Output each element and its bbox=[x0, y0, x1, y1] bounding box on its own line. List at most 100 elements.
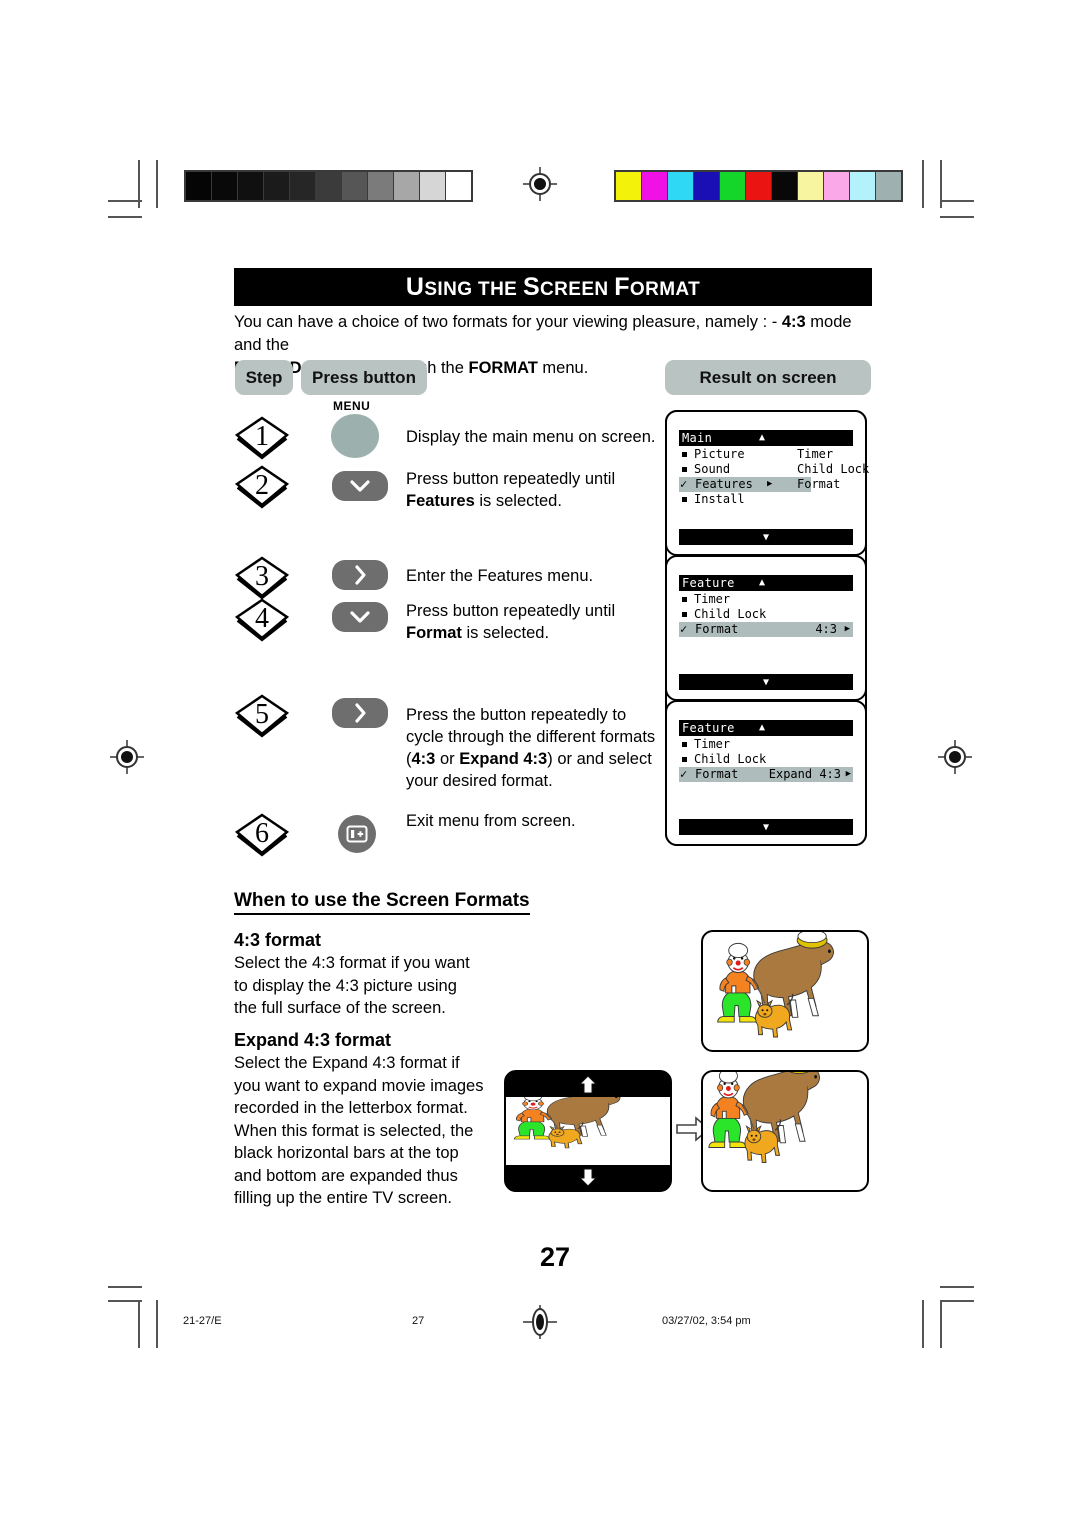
wedge-swatch-5 bbox=[316, 172, 341, 200]
cursor-down-button-step4[interactable] bbox=[332, 602, 388, 632]
wedge-swatch-6 bbox=[772, 172, 797, 200]
crop-mark-br-h bbox=[940, 1300, 974, 1302]
osd-label-child-lock: Child Lock bbox=[694, 607, 767, 621]
scroll-up-icon: ▲ bbox=[759, 432, 766, 443]
section-heading-when-to-use: When to use the Screen Formats bbox=[234, 890, 530, 915]
osd-value-format: Expand 4:3 bbox=[769, 767, 841, 782]
osd-screen-main: Main ▲ Picture Timer Sound Child Lock ✓ F… bbox=[665, 410, 869, 556]
circus-illustration-letterbox bbox=[506, 1097, 670, 1167]
scroll-down-icon: ▼ bbox=[762, 531, 770, 543]
osd-row-format[interactable]: ✓ Format Expand 4:3 ▶ bbox=[679, 767, 853, 782]
step-6-instruction: Exit menu from screen. bbox=[406, 810, 656, 832]
letterbox-bar-bottom bbox=[506, 1165, 670, 1190]
osd-row-picture[interactable]: Picture Timer bbox=[679, 447, 853, 462]
column-header-step: Step bbox=[235, 360, 293, 395]
tv-picture-expand-43-result bbox=[701, 1070, 869, 1192]
wedge-swatch-2 bbox=[668, 172, 693, 200]
grayscale-wedge bbox=[184, 170, 473, 202]
page-title: USING THE SCREEN FORMAT bbox=[405, 272, 701, 301]
osd-row-timer[interactable]: Timer bbox=[679, 592, 853, 607]
step-4-highlight: Format bbox=[406, 624, 462, 642]
column-header-press-button: Press button bbox=[301, 360, 427, 395]
crop-mark-bl-bar bbox=[156, 1300, 158, 1348]
bullet-icon bbox=[682, 612, 687, 617]
osd-label-format: Format bbox=[797, 477, 841, 491]
wedge-swatch-10 bbox=[876, 172, 901, 200]
chevron-right-icon: ▶ bbox=[844, 624, 850, 634]
step-marker-2: 2 bbox=[234, 463, 290, 509]
bullet-icon bbox=[682, 757, 687, 762]
osd-label-timer: Timer bbox=[797, 447, 834, 461]
step-3-text: Enter the Features menu. bbox=[406, 567, 594, 585]
osd-label-timer: Timer bbox=[694, 737, 731, 751]
step-number-5: 5 bbox=[255, 699, 269, 730]
chevron-right-icon: ▶ bbox=[845, 769, 851, 779]
chevron-right-icon bbox=[355, 565, 366, 585]
step-6-text: Exit menu from screen. bbox=[406, 812, 576, 830]
crop-mark-tl-h2 bbox=[108, 216, 142, 218]
section-body-43-format: Select the 4:3 format if you want to dis… bbox=[234, 954, 470, 1017]
osd-row-format-col2[interactable]: Format bbox=[679, 477, 853, 492]
intro-text-a: You can have a choice of two formats for… bbox=[234, 313, 782, 331]
crop-mark-tl-bar bbox=[156, 160, 158, 208]
crop-mark-br-h2 bbox=[940, 1286, 974, 1288]
wedge-swatch-7 bbox=[368, 172, 393, 200]
tv-picture-43-format bbox=[701, 930, 869, 1052]
step-4-text-a: Press button repeatedly until bbox=[406, 602, 616, 620]
section-heading-expand-format: Expand 4:3 format bbox=[234, 1030, 392, 1050]
wedge-swatch-0 bbox=[186, 172, 211, 200]
osd-row-sound[interactable]: Sound Child Lock bbox=[679, 462, 869, 477]
step-5-format-43: 4:3 bbox=[411, 750, 436, 768]
step-5-format-expand: Expand 4:3 bbox=[459, 750, 548, 768]
wedge-swatch-3 bbox=[264, 172, 289, 200]
page-number: 27 bbox=[540, 1242, 571, 1272]
wedge-swatch-8 bbox=[394, 172, 419, 200]
footer-sheet-number: 27 bbox=[412, 1315, 425, 1327]
wedge-swatch-0 bbox=[616, 172, 641, 200]
registration-mark-left bbox=[110, 740, 144, 774]
osd-row-child-lock[interactable]: Child Lock bbox=[679, 752, 853, 767]
exit-menu-button[interactable] bbox=[338, 815, 376, 853]
step-number-2: 2 bbox=[255, 470, 269, 501]
osd-bottom-bar-feature-expand: ▼ bbox=[679, 819, 853, 835]
color-wedge bbox=[614, 170, 903, 202]
intro-text-g: menu. bbox=[537, 359, 589, 377]
step-number-6: 6 bbox=[255, 818, 269, 849]
step-marker-3: 3 bbox=[234, 554, 290, 600]
step-2-highlight: Features bbox=[406, 492, 475, 510]
step-5-instruction: Press the button repeatedly to cycle thr… bbox=[406, 704, 662, 792]
wedge-swatch-2 bbox=[238, 172, 263, 200]
wedge-swatch-8 bbox=[824, 172, 849, 200]
osd-row-child-lock[interactable]: Child Lock bbox=[679, 607, 853, 622]
osd-row-install[interactable]: Install bbox=[679, 492, 853, 507]
registration-mark-top bbox=[523, 167, 557, 201]
osd-row-timer[interactable]: Timer bbox=[679, 737, 853, 752]
wedge-swatch-9 bbox=[850, 172, 875, 200]
section-body-expand-format: Select the Expand 4:3 format if you want… bbox=[234, 1054, 484, 1207]
crop-mark-bl-h2 bbox=[108, 1286, 142, 1288]
wedge-swatch-5 bbox=[746, 172, 771, 200]
section-heading-43-format: 4:3 format bbox=[234, 930, 322, 950]
screen-plus-icon bbox=[346, 825, 368, 843]
scroll-up-icon: ▲ bbox=[759, 577, 766, 588]
footer-timestamp: 03/27/02, 3:54 pm bbox=[662, 1315, 751, 1327]
arrow-down-icon bbox=[578, 1168, 598, 1187]
osd-screen-feature-43: Feature ▲ Timer Child Lock ✓ Format 4:3 ▶… bbox=[665, 555, 867, 701]
bullet-icon bbox=[682, 452, 687, 457]
menu-button[interactable] bbox=[331, 414, 379, 458]
step-4-text-c: is selected. bbox=[461, 624, 550, 642]
osd-label-timer: Timer bbox=[694, 592, 731, 606]
column-header-result: Result on screen bbox=[665, 360, 871, 395]
crop-mark-tr-h2 bbox=[940, 216, 974, 218]
osd-value-format: 4:3 bbox=[815, 622, 837, 637]
step-number-4: 4 bbox=[255, 603, 269, 634]
osd-row-format[interactable]: ✓ Format 4:3 ▶ bbox=[679, 622, 853, 637]
crop-mark-bl-h bbox=[108, 1300, 142, 1302]
osd-format-value-text: Expand 4:3 bbox=[768, 767, 841, 781]
step-5-or: or bbox=[435, 750, 460, 768]
cursor-right-button-step3[interactable] bbox=[332, 560, 388, 590]
osd-label-child-lock: Child Lock bbox=[694, 752, 767, 766]
cursor-down-button-step2[interactable] bbox=[332, 471, 388, 501]
cursor-right-button-step5[interactable] bbox=[332, 698, 388, 728]
chevron-down-icon bbox=[350, 611, 370, 623]
